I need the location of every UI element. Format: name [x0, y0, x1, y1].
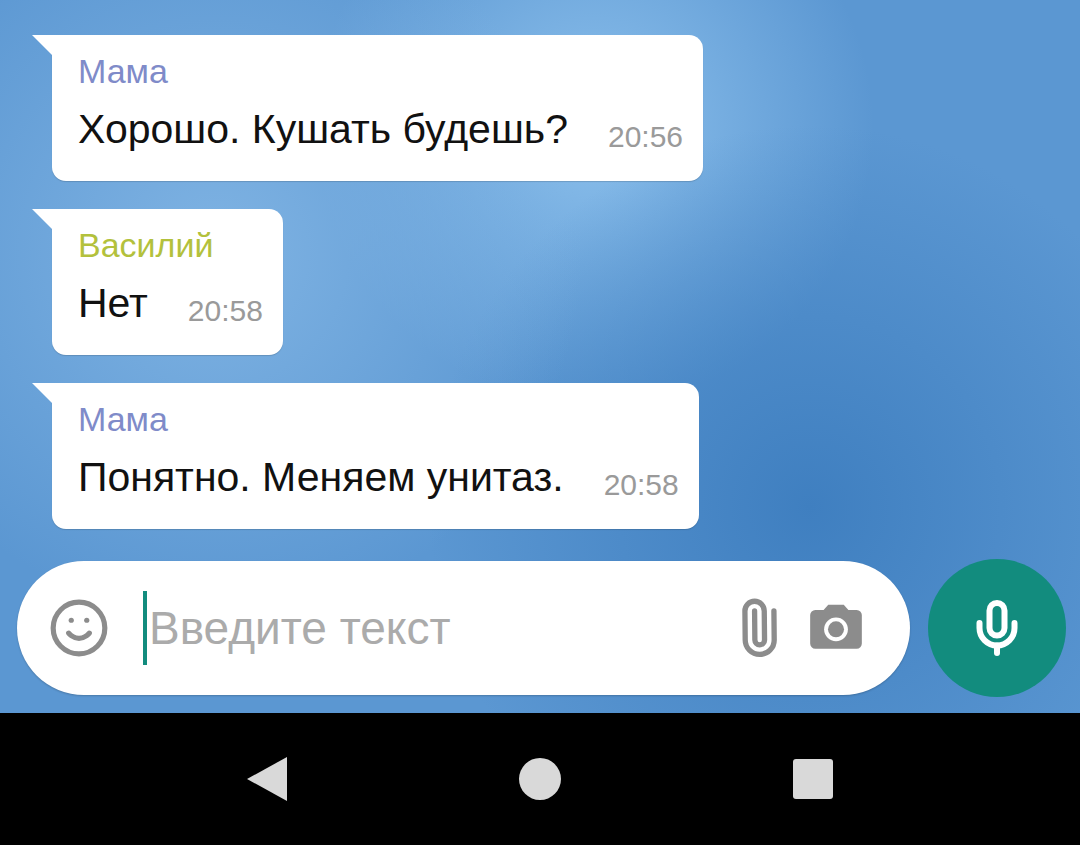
- message-line: Понятно. Меняем унитаз. 20:58: [78, 447, 679, 507]
- input-row: Введите текст: [0, 559, 1080, 713]
- smiley-icon[interactable]: [48, 597, 110, 659]
- paperclip-icon[interactable]: [717, 587, 799, 669]
- camera-icon[interactable]: [805, 597, 867, 659]
- message-line: Хорошо. Кушать будешь? 20:56: [78, 99, 683, 159]
- message-line: Нет 20:58: [78, 273, 263, 333]
- input-placeholder: Введите текст: [149, 598, 450, 658]
- home-button[interactable]: [500, 739, 580, 819]
- message-time: 20:58: [604, 465, 679, 507]
- home-circle-icon[interactable]: [517, 756, 563, 802]
- attach-button[interactable]: [726, 596, 790, 660]
- sender-name: Василий: [78, 223, 263, 267]
- message-time: 20:58: [188, 291, 263, 333]
- message-text: Понятно. Меняем унитаз.: [78, 447, 564, 507]
- message-bubble: Василий Нет 20:58: [52, 209, 283, 355]
- message-list: Мама Хорошо. Кушать будешь? 20:56 Василий Не…: [0, 0, 1080, 559]
- sender-name: Мама: [78, 397, 679, 441]
- message-text: Нет: [78, 273, 148, 333]
- recents-square-icon[interactable]: [791, 757, 835, 801]
- message-bubble: Мама Понятно. Меняем унитаз. 20:58: [52, 383, 699, 529]
- text-caret: [143, 591, 147, 665]
- navigation-bar: [0, 713, 1080, 845]
- sender-name: Мама: [78, 49, 683, 93]
- camera-button[interactable]: [804, 596, 868, 660]
- recents-button[interactable]: [773, 739, 853, 819]
- back-triangle-icon[interactable]: [243, 753, 291, 805]
- message-time: 20:56: [608, 117, 683, 159]
- text-input[interactable]: Введите текст: [143, 591, 712, 665]
- message-text: Хорошо. Кушать будешь?: [78, 99, 568, 159]
- chat-screen: Мама Хорошо. Кушать будешь? 20:56 Василий Не…: [0, 0, 1080, 845]
- back-button[interactable]: [227, 739, 307, 819]
- microphone-icon[interactable]: [967, 598, 1027, 658]
- emoji-button[interactable]: [47, 596, 111, 660]
- mic-button[interactable]: [928, 559, 1066, 697]
- message-field[interactable]: Введите текст: [17, 561, 910, 695]
- message-bubble: Мама Хорошо. Кушать будешь? 20:56: [52, 35, 703, 181]
